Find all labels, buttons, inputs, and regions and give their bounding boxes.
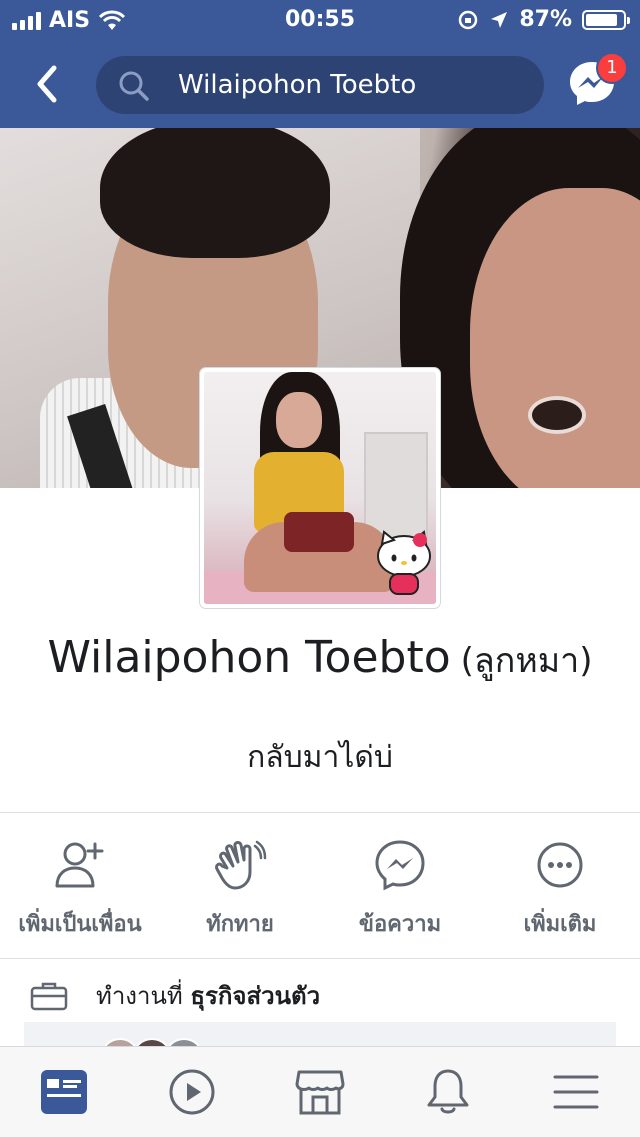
- add-friend-icon: [55, 842, 104, 888]
- profile-name-row: Wilaipohon Toebto (ลูกหมา): [0, 632, 640, 687]
- profile-actions: เพิ่มเป็นเพื่อน ทักทาย ข้อความ เพิ่มเติม: [0, 838, 640, 948]
- add-friend-label: เพิ่มเป็นเพื่อน: [18, 912, 142, 937]
- profile-photo-image: [204, 372, 436, 604]
- status-right: 87%: [457, 7, 630, 32]
- wave-icon: [215, 840, 267, 890]
- divider: [0, 958, 640, 959]
- tab-notifications[interactable]: [384, 1047, 512, 1137]
- wave-button[interactable]: ทักทาย: [160, 838, 320, 948]
- work-prefix: ทำงานที่: [96, 982, 183, 1010]
- search-icon: [119, 71, 149, 101]
- profile-name: Wilaipohon Toebto: [47, 632, 451, 683]
- marketplace-icon: [295, 1070, 345, 1115]
- chevron-left-icon: [37, 65, 57, 103]
- search-input[interactable]: Wilaipohon Toebto: [96, 56, 544, 114]
- work-info[interactable]: ทำงานที่ ธุรกิจส่วนตัว: [30, 976, 320, 1015]
- bell-icon: [427, 1069, 469, 1114]
- add-friend-button[interactable]: เพิ่มเป็นเพื่อน: [0, 838, 160, 948]
- top-navigation-bar: AIS 00:55 87% Wilaipohon Toebto 1: [0, 0, 640, 128]
- news-feed-icon: [41, 1070, 87, 1114]
- message-button[interactable]: ข้อความ: [320, 838, 480, 948]
- status-bar: AIS 00:55 87%: [0, 0, 640, 40]
- tab-marketplace[interactable]: [256, 1047, 384, 1137]
- work-place[interactable]: ธุรกิจส่วนตัว: [190, 982, 320, 1010]
- divider: [0, 812, 640, 813]
- location-arrow-icon: [491, 11, 508, 28]
- back-button[interactable]: [28, 62, 68, 106]
- more-icon: [537, 842, 583, 888]
- profile-picture[interactable]: [200, 368, 440, 608]
- orientation-lock-icon: [459, 10, 478, 29]
- tab-news-feed[interactable]: [0, 1047, 128, 1137]
- more-button[interactable]: เพิ่มเติม: [480, 838, 640, 948]
- battery-icon: [582, 9, 630, 30]
- more-label: เพิ่มเติม: [523, 912, 597, 937]
- hamburger-menu-icon: [553, 1075, 599, 1109]
- video-play-icon: [169, 1069, 215, 1115]
- wave-label: ทักทาย: [206, 912, 274, 937]
- messenger-icon: [375, 840, 425, 891]
- profile-bio: กลับมาได่บ่: [247, 740, 393, 775]
- hello-kitty-sticker-icon: [377, 530, 431, 595]
- tab-watch[interactable]: [128, 1047, 256, 1137]
- briefcase-icon: [30, 982, 68, 1010]
- message-label: ข้อความ: [358, 912, 442, 937]
- profile-nickname: (ลูกหมา): [460, 641, 593, 681]
- bottom-tab-bar: [0, 1046, 640, 1137]
- search-query: Wilaipohon Toebto: [178, 70, 417, 100]
- battery-percent: 87%: [519, 7, 572, 32]
- messenger-badge: 1: [596, 52, 628, 84]
- tab-menu[interactable]: [512, 1047, 640, 1137]
